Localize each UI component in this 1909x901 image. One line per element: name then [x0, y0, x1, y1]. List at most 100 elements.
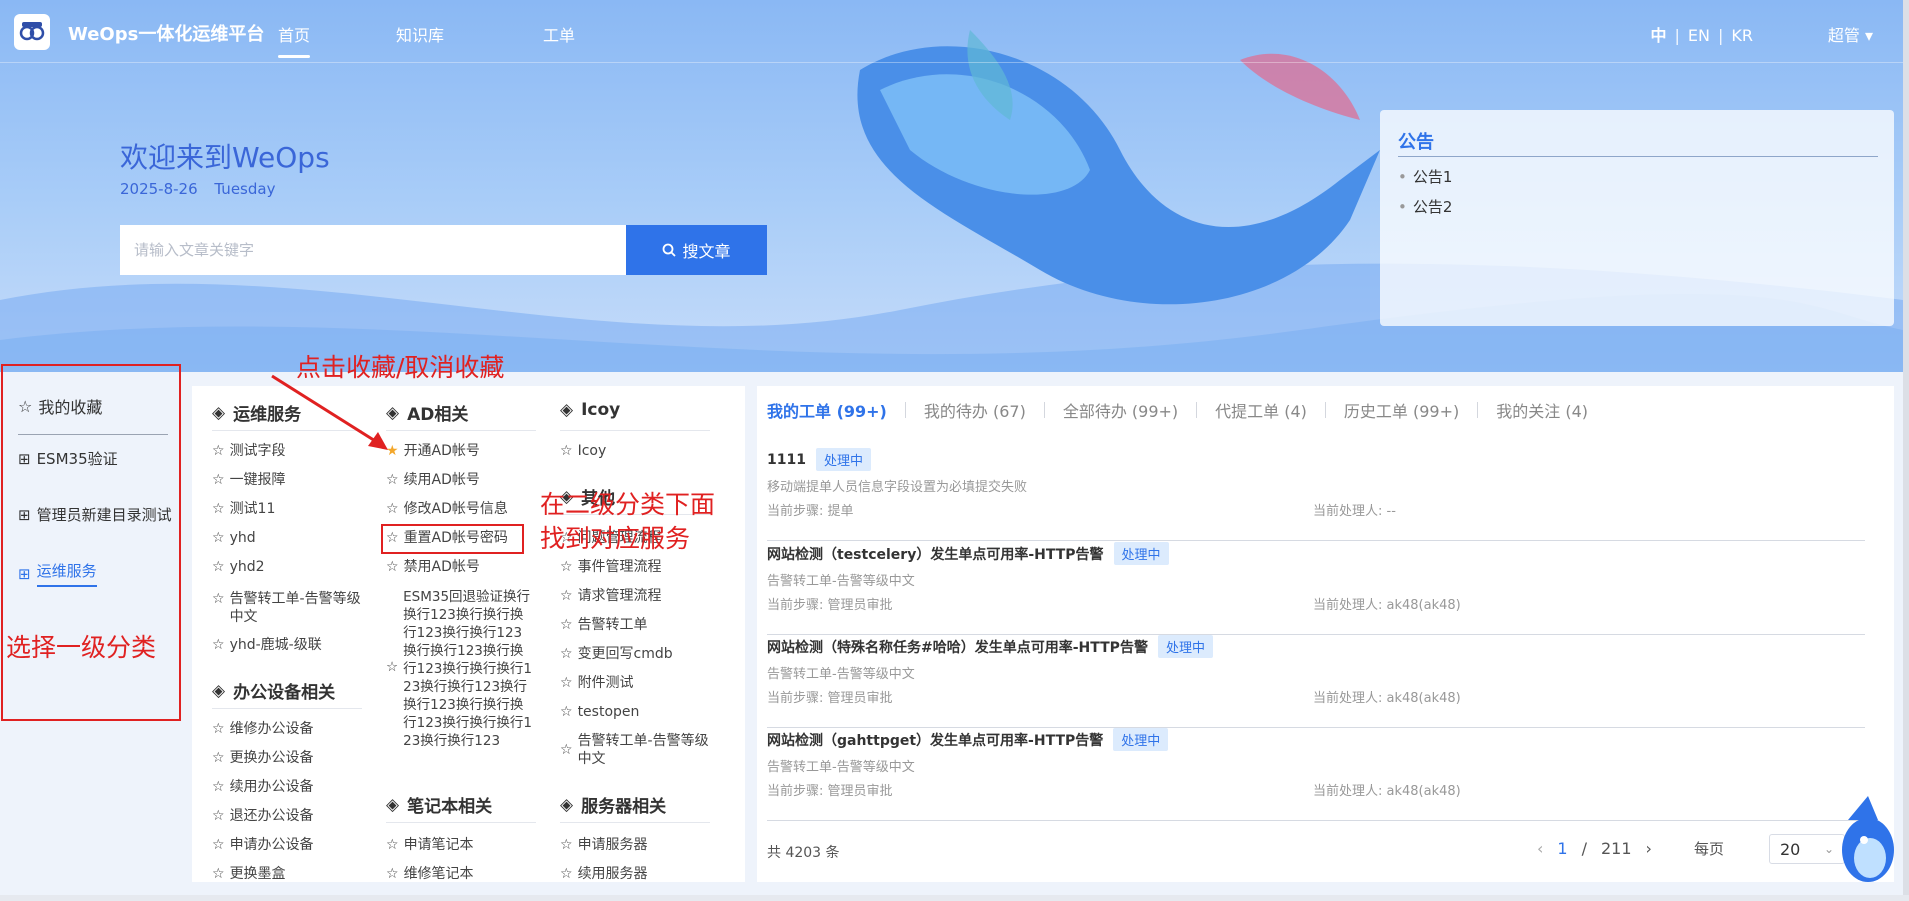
workorder-title[interactable]: 网站检测（gahttpget）发生单点可用率-HTTP告警 — [767, 730, 1103, 750]
star-outline-icon[interactable]: ☆ — [386, 865, 399, 882]
service-item[interactable]: ☆ 维修办公设备 — [212, 720, 382, 738]
workorder-title[interactable]: 网站检测（testcelery）发生单点可用率-HTTP告警 — [767, 544, 1104, 564]
service-item[interactable]: ☆ 维修笔记本 — [386, 865, 556, 882]
star-outline-icon[interactable]: ☆ — [386, 658, 398, 676]
tab-proxy-tickets[interactable]: 代提工单 (4) — [1215, 398, 1307, 422]
star-outline-icon[interactable]: ☆ — [560, 442, 573, 460]
star-outline-icon[interactable]: ☆ — [560, 836, 573, 854]
chevron-left-icon[interactable]: ‹ — [1537, 839, 1543, 858]
service-item[interactable]: ☆ yhd-鹿城-级联 — [212, 636, 382, 654]
tab-all-todo[interactable]: 全部待办 (99+) — [1063, 398, 1178, 422]
welcome-title: 欢迎来到WeOps — [120, 141, 330, 174]
service-item[interactable]: ☆ 修改AD帐号信息 — [386, 500, 556, 518]
notice-item[interactable]: 公告1 — [1398, 166, 1453, 187]
nav-knowledge[interactable]: 知识库 — [396, 22, 444, 46]
service-item[interactable]: ☆ testopen — [560, 703, 730, 721]
star-outline-icon[interactable]: ☆ — [212, 471, 225, 489]
star-outline-icon[interactable]: ☆ — [560, 674, 573, 692]
page-size-select[interactable]: 20 ⌄ — [1769, 834, 1845, 864]
workorder-row[interactable]: 网站检测（testcelery）发生单点可用率-HTTP告警 处理中 告警转工单-… — [767, 542, 1865, 635]
lang-kr[interactable]: KR — [1731, 26, 1753, 45]
workorder-desc: 告警转工单-告警等级中文 — [767, 760, 915, 775]
tab-my-todo[interactable]: 我的待办 (67) — [924, 398, 1026, 422]
star-outline-icon[interactable]: ☆ — [212, 590, 225, 608]
service-item[interactable]: ☆ 更换办公设备 — [212, 749, 382, 767]
star-outline-icon[interactable]: ☆ — [212, 500, 225, 518]
service-item[interactable]: ☆ 告警转工单 — [560, 616, 730, 634]
service-item[interactable]: ☆ yhd2 — [212, 558, 382, 576]
service-item[interactable]: ☆ 续用服务器 — [560, 865, 730, 882]
annotation-select-category: 选择一级分类 — [6, 633, 157, 662]
workorder-title[interactable]: 1111 — [767, 452, 806, 468]
service-item[interactable]: ★ 开通AD帐号 — [386, 442, 556, 460]
service-item[interactable]: ☆ 告警转工单-告警等级中文 — [212, 590, 370, 626]
tab-following[interactable]: 我的关注 (4) — [1496, 398, 1588, 422]
star-outline-icon[interactable]: ☆ — [212, 720, 225, 738]
service-item[interactable]: ☆ 申请笔记本 — [386, 836, 556, 854]
service-item[interactable]: ☆ 更换墨盒 — [212, 865, 382, 882]
star-outline-icon[interactable]: ☆ — [212, 529, 225, 547]
star-outline-icon[interactable]: ☆ — [212, 865, 225, 882]
star-outline-icon[interactable]: ☆ — [212, 807, 225, 825]
page-current[interactable]: 1 — [1557, 839, 1567, 858]
star-outline-icon[interactable]: ☆ — [212, 442, 225, 460]
layers-icon: ◈ — [560, 400, 574, 420]
date: 2025-8-26 — [120, 180, 198, 198]
star-outline-icon[interactable]: ☆ — [386, 471, 399, 489]
star-outline-icon[interactable]: ☆ — [560, 645, 573, 663]
star-outline-icon[interactable]: ☆ — [560, 616, 573, 634]
star-outline-icon[interactable]: ☆ — [386, 836, 399, 854]
workorder-row[interactable]: 网站检测（特殊名称任务#哈哈）发生单点可用率-HTTP告警 处理中 告警转工单-告… — [767, 635, 1865, 728]
status-badge: 处理中 — [1113, 542, 1169, 565]
service-item[interactable]: ☆ 请求管理流程 — [560, 587, 730, 605]
total-count: 共 4203 条 — [767, 845, 840, 861]
service-item[interactable]: ☆ 退还办公设备 — [212, 807, 382, 825]
lang-en[interactable]: EN — [1688, 26, 1710, 45]
chevron-right-icon[interactable]: › — [1646, 839, 1652, 858]
service-item[interactable]: ☆ 事件管理流程 — [560, 558, 730, 576]
service-item[interactable]: ☆ 续用AD帐号 — [386, 471, 556, 489]
lang-zh[interactable]: 中 — [1651, 26, 1667, 45]
service-item[interactable]: ☆ 一键报障 — [212, 471, 382, 489]
service-item[interactable]: ☆ 续用办公设备 — [212, 778, 382, 796]
workorder-row[interactable]: 1111 处理中 移动端提单人员信息字段设置为必填提交失败 当前步骤: 提单 当前… — [767, 448, 1865, 541]
nav-home[interactable]: 首页 — [278, 22, 311, 58]
article-search-input[interactable] — [120, 225, 626, 275]
service-item[interactable]: ☆ 申请办公设备 — [212, 836, 382, 854]
star-outline-icon[interactable]: ☆ — [386, 500, 399, 518]
group-title: ◈ 服务器相关 — [560, 794, 667, 818]
star-outline-icon[interactable]: ☆ — [386, 558, 399, 576]
search-article-button[interactable]: 搜文章 — [626, 225, 767, 275]
annotation-arrow — [271, 374, 388, 450]
workorder-row[interactable]: 网站检测（gahttpget）发生单点可用率-HTTP告警 处理中 告警转工单-告… — [767, 728, 1865, 821]
service-item[interactable]: ☆ 变更回写cmdb — [560, 645, 730, 663]
service-item[interactable]: ☆ 测试11 — [212, 500, 382, 518]
workorder-desc: 移动端提单人员信息字段设置为必填提交失败 — [767, 480, 1028, 495]
tab-my-tickets[interactable]: 我的工单 (99+) — [767, 398, 887, 422]
service-item[interactable]: ☆ 禁用AD帐号 — [386, 558, 556, 576]
nav-ticket[interactable]: 工单 — [543, 22, 575, 46]
service-item[interactable]: ☆ ESM35回退验证换行换行123换行换行换行123换行换行123换行换行123… — [386, 588, 533, 750]
star-outline-icon[interactable]: ☆ — [212, 558, 225, 576]
star-outline-icon[interactable]: ☆ — [212, 778, 225, 796]
group-title: ◈ Icoy — [560, 400, 621, 420]
star-outline-icon[interactable]: ☆ — [212, 636, 225, 654]
star-outline-icon[interactable]: ☆ — [560, 865, 573, 882]
mascot-assistant-icon[interactable] — [1838, 790, 1898, 894]
user-menu[interactable]: 超管 ▾ — [1828, 22, 1873, 46]
service-item[interactable]: ☆ yhd — [212, 529, 382, 547]
workorder-title[interactable]: 网站检测（特殊名称任务#哈哈）发生单点可用率-HTTP告警 — [767, 637, 1148, 657]
star-outline-icon[interactable]: ☆ — [212, 836, 225, 854]
tab-history[interactable]: 历史工单 (99+) — [1344, 398, 1459, 422]
star-outline-icon[interactable]: ☆ — [560, 587, 573, 605]
service-item[interactable]: ☆ 申请服务器 — [560, 836, 730, 854]
notice-item[interactable]: 公告2 — [1398, 196, 1453, 217]
star-outline-icon[interactable]: ☆ — [560, 558, 573, 576]
service-item[interactable]: ☆ 附件测试 — [560, 674, 730, 692]
service-item[interactable]: ☆ 告警转工单-告警等级中文 — [560, 732, 718, 768]
service-item[interactable]: ☆ Icoy — [560, 442, 730, 460]
star-outline-icon[interactable]: ☆ — [560, 741, 573, 759]
star-outline-icon[interactable]: ☆ — [560, 703, 573, 721]
group-divider — [560, 822, 710, 823]
star-outline-icon[interactable]: ☆ — [212, 749, 225, 767]
